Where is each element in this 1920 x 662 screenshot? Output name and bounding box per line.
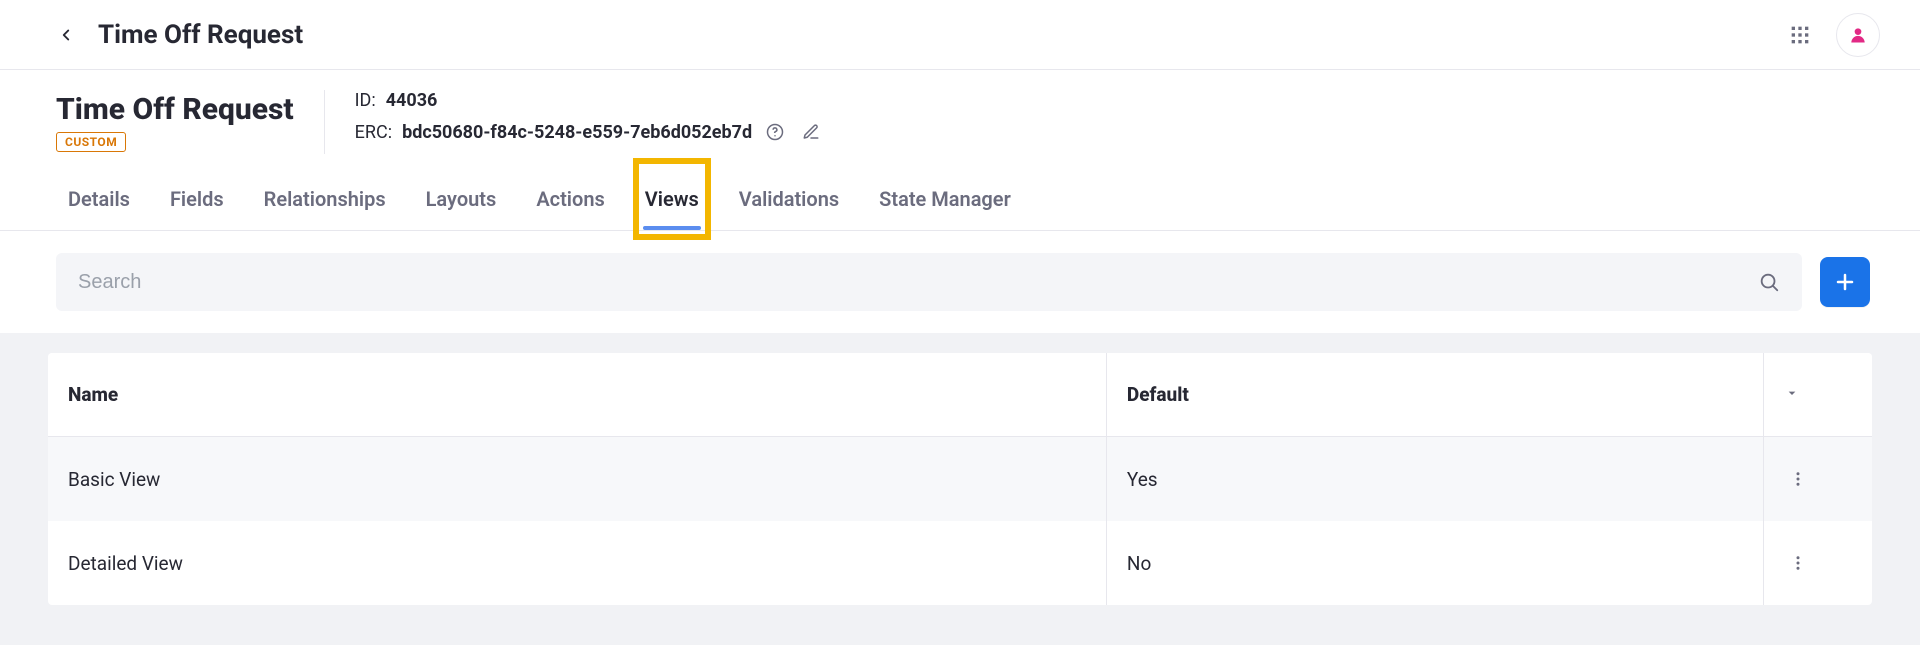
- cell-name: Basic View: [48, 437, 1106, 521]
- sort-caret: [1784, 385, 1800, 401]
- plus-icon: [1833, 270, 1857, 294]
- search-icon-wrap: [1758, 271, 1780, 293]
- tab-fields[interactable]: Fields: [168, 168, 226, 230]
- pencil-icon: [802, 123, 820, 141]
- column-header-actions[interactable]: [1763, 353, 1872, 437]
- caret-down-icon: [1784, 385, 1800, 401]
- tab-actions[interactable]: Actions: [534, 168, 606, 230]
- erc-edit-button[interactable]: [798, 119, 824, 145]
- tab-views[interactable]: Views: [643, 168, 701, 230]
- row-actions-button[interactable]: [1784, 549, 1812, 577]
- table-row[interactable]: Basic View Yes: [48, 437, 1872, 521]
- search-input[interactable]: [78, 271, 1758, 294]
- cell-default: Yes: [1106, 437, 1763, 521]
- column-header-name[interactable]: Name: [48, 353, 1106, 437]
- tab-state-manager[interactable]: State Manager: [877, 168, 1013, 230]
- apps-menu-button[interactable]: [1780, 15, 1820, 55]
- erc-label: ERC:: [355, 122, 392, 143]
- cell-name: Detailed View: [48, 521, 1106, 605]
- chevron-left-icon: [57, 26, 75, 44]
- cell-actions: [1763, 437, 1872, 521]
- topbar-title: Time Off Request: [98, 20, 303, 50]
- object-header-left: Time Off Request CUSTOM: [56, 90, 325, 154]
- user-avatar-button[interactable]: [1836, 13, 1880, 57]
- erc-value: bdc50680-f84c-5248-e559-7eb6d052eb7d: [402, 122, 752, 143]
- cell-actions: [1763, 521, 1872, 605]
- table-row[interactable]: Detailed View No: [48, 521, 1872, 605]
- topbar: Time Off Request: [0, 0, 1920, 70]
- id-row: ID: 44036: [355, 90, 824, 111]
- tabs: Details Fields Relationships Layouts Act…: [0, 168, 1920, 230]
- dots-vertical-icon: [1789, 470, 1807, 488]
- user-icon: [1848, 25, 1868, 45]
- table-header-row: Name Default: [48, 353, 1872, 437]
- tab-layouts[interactable]: Layouts: [424, 168, 499, 230]
- object-header: Time Off Request CUSTOM ID: 44036 ERC: b…: [0, 70, 1920, 168]
- id-label: ID:: [355, 90, 376, 111]
- erc-row: ERC: bdc50680-f84c-5248-e559-7eb6d052eb7…: [355, 119, 824, 145]
- back-button[interactable]: [50, 19, 82, 51]
- cell-default: No: [1106, 521, 1763, 605]
- search-field[interactable]: [56, 253, 1802, 311]
- views-toolbar: [0, 231, 1920, 333]
- id-value: 44036: [386, 90, 438, 111]
- custom-badge: CUSTOM: [56, 132, 126, 152]
- add-view-button[interactable]: [1820, 257, 1870, 307]
- row-actions-button[interactable]: [1784, 465, 1812, 493]
- column-header-default[interactable]: Default: [1106, 353, 1763, 437]
- content-area: Name Default Basic View Yes: [0, 333, 1920, 645]
- tab-validations[interactable]: Validations: [737, 168, 841, 230]
- search-icon: [1758, 271, 1780, 293]
- tab-relationships[interactable]: Relationships: [262, 168, 388, 230]
- question-circle-icon: [766, 123, 784, 141]
- grid-icon: [1790, 25, 1810, 45]
- erc-help-button[interactable]: [762, 119, 788, 145]
- views-table: Name Default Basic View Yes: [48, 353, 1872, 605]
- tabs-container: Details Fields Relationships Layouts Act…: [0, 168, 1920, 231]
- tab-details[interactable]: Details: [66, 168, 132, 230]
- dots-vertical-icon: [1789, 554, 1807, 572]
- object-title: Time Off Request: [56, 93, 294, 126]
- object-header-right: ID: 44036 ERC: bdc50680-f84c-5248-e559-7…: [325, 90, 824, 145]
